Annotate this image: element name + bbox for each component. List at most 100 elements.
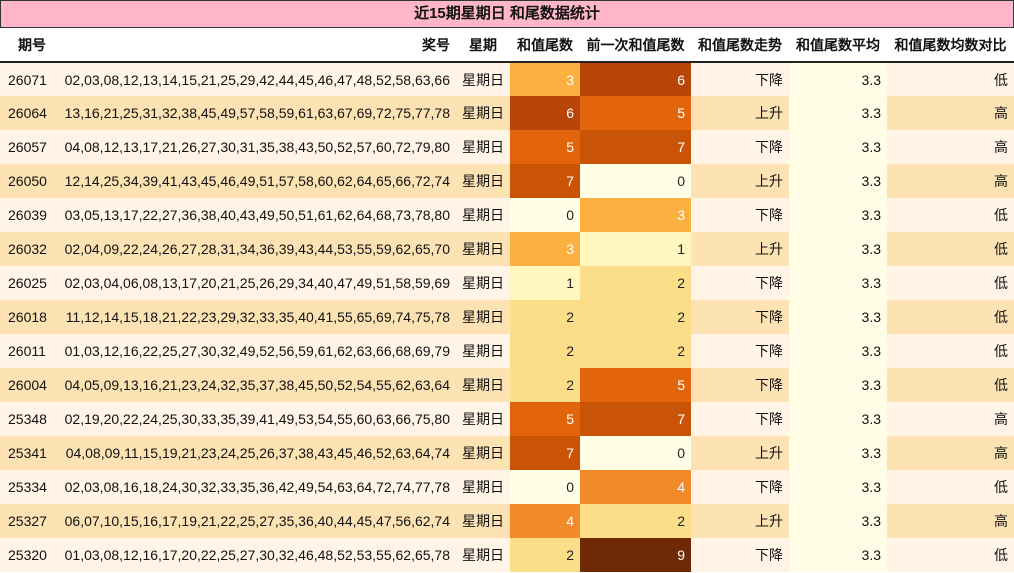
stats-panel: 近15期星期日 和尾数据统计 期号 奖号 星期 和值尾数 前一次和值尾数 和值尾…	[0, 0, 1014, 572]
table-row: 25327 06,07,10,15,16,17,19,21,22,25,27,35…	[0, 504, 1014, 538]
col-header-numbers: 奖号	[56, 28, 456, 63]
cell-issue: 25327	[8, 513, 47, 529]
cell-trend: 下降	[755, 479, 783, 495]
cell-numbers: 13,16,21,25,31,32,38,45,49,57,58,59,61,6…	[64, 105, 450, 121]
cell-day: 星期日	[462, 309, 504, 325]
cell-prev-tail: 7	[580, 130, 691, 164]
table-title: 近15期星期日 和尾数据统计	[0, 0, 1014, 28]
cell-compare: 高	[994, 139, 1008, 155]
cell-tail: 2	[510, 300, 580, 334]
cell-day: 星期日	[462, 173, 504, 189]
cell-prev-tail: 1	[580, 232, 691, 266]
cell-numbers: 06,07,10,15,16,17,19,21,22,25,27,35,36,4…	[64, 513, 450, 529]
cell-compare: 低	[994, 71, 1008, 88]
cell-day: 星期日	[462, 139, 504, 155]
cell-tail: 5	[510, 130, 580, 164]
table-body: 26071 02,03,08,12,13,14,15,21,25,29,42,44…	[0, 62, 1014, 572]
cell-day: 星期日	[462, 513, 504, 529]
col-header-trend: 和值尾数走势	[691, 28, 789, 63]
cell-compare: 高	[994, 513, 1008, 529]
cell-compare: 高	[994, 411, 1008, 427]
cell-tail: 0	[510, 470, 580, 504]
cell-day: 星期日	[462, 377, 504, 393]
cell-numbers: 01,03,08,12,16,17,20,22,25,27,30,32,46,4…	[64, 547, 450, 563]
col-header-compare: 和值尾数均数对比	[887, 28, 1014, 63]
cell-day: 星期日	[462, 241, 504, 257]
cell-prev-tail: 0	[580, 164, 691, 198]
stats-table: 期号 奖号 星期 和值尾数 前一次和值尾数 和值尾数走势 和值尾数平均 和值尾数…	[0, 28, 1014, 572]
cell-compare: 高	[994, 445, 1008, 461]
cell-compare: 低	[994, 275, 1008, 291]
cell-day: 星期日	[462, 445, 504, 461]
cell-avg: 3.3	[789, 436, 887, 470]
cell-numbers: 02,03,04,06,08,13,17,20,21,25,26,29,34,4…	[64, 275, 450, 291]
col-header-prev-tail: 前一次和值尾数	[580, 28, 691, 63]
cell-avg: 3.3	[789, 504, 887, 538]
col-header-avg: 和值尾数平均	[789, 28, 887, 63]
table-row: 26039 03,05,13,17,22,27,36,38,40,43,49,50…	[0, 198, 1014, 232]
cell-trend: 下降	[755, 377, 783, 393]
cell-issue: 26025	[8, 275, 47, 291]
cell-prev-tail: 5	[580, 96, 691, 130]
cell-prev-tail: 6	[580, 62, 691, 96]
cell-numbers: 01,03,12,16,22,25,27,30,32,49,52,56,59,6…	[64, 343, 450, 359]
cell-compare: 高	[994, 105, 1008, 121]
cell-issue: 25341	[8, 445, 47, 461]
cell-numbers: 04,05,09,13,16,21,23,24,32,35,37,38,45,5…	[64, 377, 450, 393]
cell-trend: 上升	[755, 513, 783, 529]
cell-tail: 3	[510, 62, 580, 96]
cell-prev-tail: 5	[580, 368, 691, 402]
cell-prev-tail: 2	[580, 504, 691, 538]
cell-day: 星期日	[462, 479, 504, 495]
cell-trend: 上升	[755, 173, 783, 189]
cell-tail: 4	[510, 504, 580, 538]
cell-issue: 26032	[8, 241, 47, 257]
cell-avg: 3.3	[789, 266, 887, 300]
table-row: 26032 02,04,09,22,24,26,27,28,31,34,36,39…	[0, 232, 1014, 266]
cell-tail: 2	[510, 334, 580, 368]
cell-trend: 下降	[755, 207, 783, 223]
cell-trend: 下降	[755, 343, 783, 359]
cell-day: 星期日	[462, 411, 504, 427]
cell-trend: 下降	[755, 309, 783, 325]
cell-issue: 25320	[8, 547, 47, 563]
table-row: 26011 01,03,12,16,22,25,27,30,32,49,52,56…	[0, 334, 1014, 368]
cell-numbers: 04,08,12,13,17,21,26,27,30,31,35,38,43,5…	[64, 139, 450, 155]
cell-day: 星期日	[462, 275, 504, 291]
cell-compare: 低	[994, 547, 1008, 563]
cell-numbers: 04,08,09,11,15,19,21,23,24,25,26,37,38,4…	[65, 445, 450, 461]
table-row: 26018 11,12,14,15,18,21,22,23,29,32,33,35…	[0, 300, 1014, 334]
cell-tail: 6	[510, 96, 580, 130]
cell-issue: 26064	[8, 105, 47, 121]
table-row: 26057 04,08,12,13,17,21,26,27,30,31,35,38…	[0, 130, 1014, 164]
cell-avg: 3.3	[789, 62, 887, 96]
table-row: 26071 02,03,08,12,13,14,15,21,25,29,42,44…	[0, 62, 1014, 96]
cell-day: 星期日	[462, 207, 504, 223]
cell-tail: 7	[510, 164, 580, 198]
cell-issue: 26039	[8, 207, 47, 223]
cell-day: 星期日	[462, 71, 504, 88]
cell-numbers: 02,04,09,22,24,26,27,28,31,34,36,39,43,4…	[64, 241, 450, 257]
cell-tail: 2	[510, 368, 580, 402]
cell-prev-tail: 9	[580, 538, 691, 572]
cell-tail: 2	[510, 538, 580, 572]
cell-compare: 低	[994, 309, 1008, 325]
table-row: 26004 04,05,09,13,16,21,23,24,32,35,37,38…	[0, 368, 1014, 402]
cell-issue: 26004	[8, 377, 47, 393]
table-row: 25341 04,08,09,11,15,19,21,23,24,25,26,37…	[0, 436, 1014, 470]
cell-prev-tail: 7	[580, 402, 691, 436]
table-row: 26025 02,03,04,06,08,13,17,20,21,25,26,29…	[0, 266, 1014, 300]
cell-tail: 1	[510, 266, 580, 300]
cell-prev-tail: 3	[580, 198, 691, 232]
cell-prev-tail: 2	[580, 334, 691, 368]
cell-prev-tail: 2	[580, 300, 691, 334]
cell-numbers: 02,03,08,16,18,24,30,32,33,35,36,42,49,5…	[64, 479, 450, 495]
table-row: 26050 12,14,25,34,39,41,43,45,46,49,51,57…	[0, 164, 1014, 198]
cell-numbers: 12,14,25,34,39,41,43,45,46,49,51,57,58,6…	[64, 173, 450, 189]
cell-tail: 7	[510, 436, 580, 470]
header-row: 期号 奖号 星期 和值尾数 前一次和值尾数 和值尾数走势 和值尾数平均 和值尾数…	[0, 28, 1014, 63]
cell-issue: 26011	[8, 343, 46, 359]
cell-issue: 26057	[8, 139, 47, 155]
cell-numbers: 02,03,08,12,13,14,15,21,25,29,42,44,45,4…	[64, 71, 450, 88]
cell-compare: 高	[994, 173, 1008, 189]
